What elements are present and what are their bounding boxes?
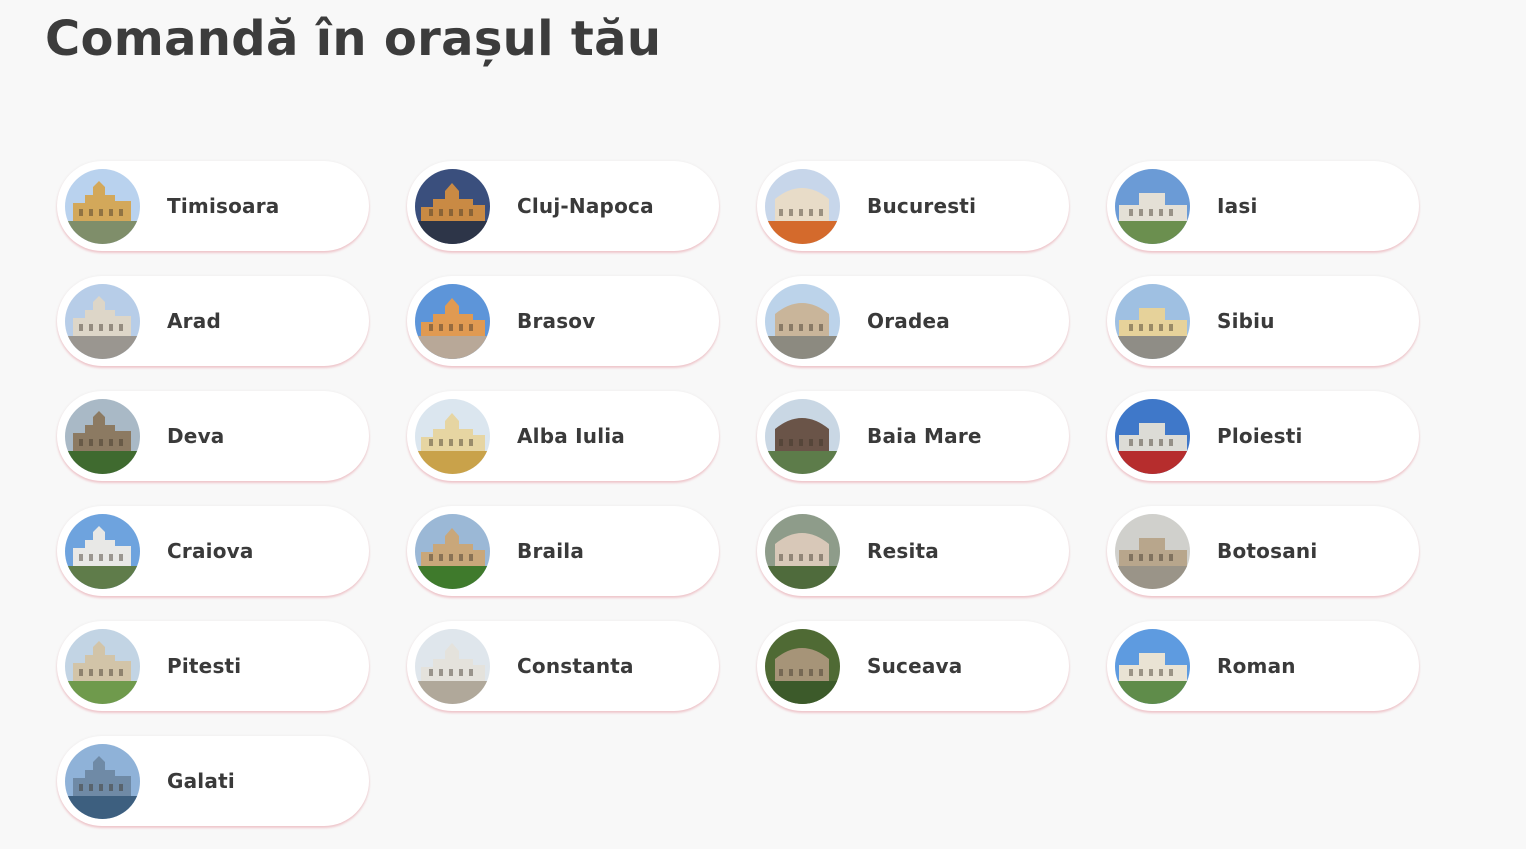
city-thumbnail-image: [765, 628, 840, 704]
city-card[interactable]: Craiova: [57, 506, 369, 596]
city-thumbnail-image: [65, 513, 140, 589]
palace-of-culture-photo: [1115, 168, 1190, 244]
city-card[interactable]: Braila: [407, 506, 719, 596]
city-card[interactable]: Galati: [57, 736, 369, 826]
city-selection-page: Comandă în orașul tău Timisoara Cluj-Napo…: [0, 0, 1526, 849]
city-card[interactable]: Pitesti: [57, 621, 369, 711]
city-thumbnail-image: [765, 168, 840, 244]
city-name-label: Cluj-Napoca: [517, 194, 654, 218]
city-name-label: Alba Iulia: [517, 424, 625, 448]
city-card[interactable]: Ploiesti: [1107, 391, 1419, 481]
grand-square-photo: [1115, 283, 1190, 359]
city-thumbnail-image: [415, 398, 490, 474]
city-thumbnail-image: [765, 513, 840, 589]
stephen-tower-photo: [765, 398, 840, 474]
city-name-label: Suceava: [867, 654, 963, 678]
council-square-photo: [415, 283, 490, 359]
city-thumbnail-image: [415, 168, 490, 244]
fortress-hill-photo: [65, 398, 140, 474]
athenaeum-photo: [765, 168, 840, 244]
city-card[interactable]: Resita: [757, 506, 1069, 596]
danube-cityscape-photo: [65, 743, 140, 819]
flower-boulevard-photo: [415, 513, 490, 589]
city-thumbnail-image: [1115, 513, 1190, 589]
city-card[interactable]: Arad: [57, 276, 369, 366]
museum-building-photo: [1115, 628, 1190, 704]
casino-building-photo: [415, 628, 490, 704]
union-square-photo: [765, 283, 840, 359]
city-thumbnail-image: [65, 628, 140, 704]
fortress-aerial-photo: [765, 628, 840, 704]
city-thumbnail-image: [65, 398, 140, 474]
white-palace-photo: [65, 513, 140, 589]
city-thumbnail-image: [1115, 168, 1190, 244]
aerial-plaza-photo: [765, 513, 840, 589]
city-card[interactable]: Roman: [1107, 621, 1419, 711]
city-name-label: Roman: [1217, 654, 1296, 678]
night-cityscape-photo: [415, 168, 490, 244]
city-card[interactable]: Deva: [57, 391, 369, 481]
city-card[interactable]: Timisoara: [57, 161, 369, 251]
city-card[interactable]: Oradea: [757, 276, 1069, 366]
city-hall-photo: [65, 283, 140, 359]
city-name-label: Baia Mare: [867, 424, 982, 448]
city-name-label: Resita: [867, 539, 939, 563]
city-name-label: Bucuresti: [867, 194, 977, 218]
city-name-label: Brasov: [517, 309, 596, 333]
city-card[interactable]: Iasi: [1107, 161, 1419, 251]
city-thumbnail-image: [65, 743, 140, 819]
city-card[interactable]: Sibiu: [1107, 276, 1419, 366]
city-card[interactable]: Alba Iulia: [407, 391, 719, 481]
city-card[interactable]: Bucuresti: [757, 161, 1069, 251]
city-thumbnail-image: [415, 628, 490, 704]
park-aerial-photo: [65, 628, 140, 704]
cathedral-tower-photo: [415, 398, 490, 474]
city-thumbnail-image: [1115, 283, 1190, 359]
city-card[interactable]: Baia Mare: [757, 391, 1069, 481]
city-name-label: Iasi: [1217, 194, 1258, 218]
city-card[interactable]: Suceava: [757, 621, 1069, 711]
city-name-label: Sibiu: [1217, 309, 1275, 333]
page-title: Comandă în orașul tău: [45, 11, 662, 67]
city-thumbnail-image: [65, 283, 140, 359]
city-thumbnail-image: [765, 283, 840, 359]
monument-square-photo: [1115, 513, 1190, 589]
domed-palace-photo: [1115, 398, 1190, 474]
city-thumbnail-image: [1115, 628, 1190, 704]
city-thumbnail-image: [765, 398, 840, 474]
city-name-label: Oradea: [867, 309, 950, 333]
city-thumbnail-image: [415, 513, 490, 589]
city-thumbnail-image: [1115, 398, 1190, 474]
city-card[interactable]: Brasov: [407, 276, 719, 366]
city-name-label: Ploiesti: [1217, 424, 1303, 448]
city-name-label: Pitesti: [167, 654, 242, 678]
city-card[interactable]: Cluj-Napoca: [407, 161, 719, 251]
city-card[interactable]: Constanta: [407, 621, 719, 711]
city-name-label: Botosani: [1217, 539, 1318, 563]
city-name-label: Braila: [517, 539, 585, 563]
city-name-label: Arad: [167, 309, 221, 333]
cathedral-plaza-photo: [65, 168, 140, 244]
city-thumbnail-image: [415, 283, 490, 359]
city-grid: Timisoara Cluj-Napoca Bucuresti Iasi Arad Bra…: [57, 161, 1419, 826]
city-thumbnail-image: [65, 168, 140, 244]
city-name-label: Timisoara: [167, 194, 280, 218]
city-card[interactable]: Botosani: [1107, 506, 1419, 596]
city-name-label: Galati: [167, 769, 235, 793]
city-name-label: Deva: [167, 424, 225, 448]
city-name-label: Craiova: [167, 539, 254, 563]
city-name-label: Constanta: [517, 654, 634, 678]
